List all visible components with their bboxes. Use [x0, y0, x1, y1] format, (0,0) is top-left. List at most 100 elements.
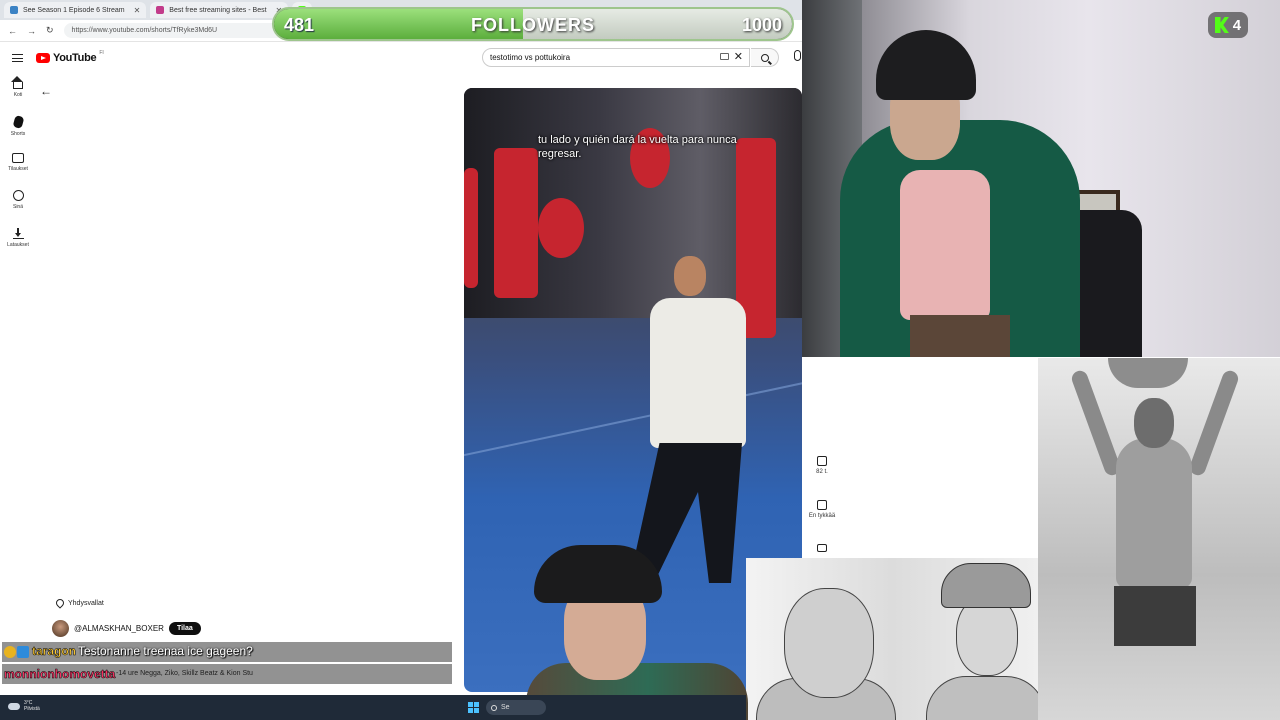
nav-item-subscriptions[interactable]: Tilaukset — [0, 153, 36, 172]
forward-nav-icon[interactable]: → — [27, 26, 36, 36]
streamer-beanie — [876, 30, 976, 100]
sketch-arm — [1069, 368, 1123, 478]
sketch-shorts — [1114, 586, 1196, 646]
logo-text: YouTube — [53, 52, 97, 64]
tab-title: See Season 1 Episode 6 Stream — [23, 6, 125, 14]
kick-logo-icon — [1214, 17, 1229, 33]
viewer-count: 4 — [1232, 16, 1242, 34]
nav-label: Koti — [13, 92, 23, 98]
follower-label: FOLLOWERS — [471, 15, 595, 35]
like-count: 82 t. — [816, 469, 828, 475]
microphone-icon[interactable] — [794, 50, 801, 61]
subscriptions-icon — [12, 153, 24, 163]
comments-button[interactable] — [804, 544, 840, 552]
sketch-head — [1134, 398, 1174, 448]
sketch-hat — [941, 563, 1031, 608]
location-text: Yhdysvallat — [68, 599, 104, 607]
location-pin-icon — [54, 597, 66, 609]
dislike-label: En tykkää — [808, 513, 836, 519]
nav-item-shorts[interactable]: Shorts — [0, 115, 36, 137]
clear-search-icon[interactable]: ✕ — [734, 50, 743, 63]
url-field[interactable]: https://www.youtube.com/shorts/TfRyke3Md… — [63, 23, 294, 38]
sketch-body — [926, 676, 1038, 720]
boxer-shirt — [650, 298, 746, 448]
nav-item-you[interactable]: Sinä — [0, 190, 36, 210]
thumbs-down-icon — [817, 500, 827, 510]
sketch-image-shower — [1038, 358, 1280, 720]
like-button[interactable]: 82 t. — [804, 456, 840, 475]
close-tab-icon[interactable]: ✕ — [134, 6, 141, 15]
chat-username: taragon — [32, 644, 77, 659]
chat-message: Testonanne treenaa ice gageen? — [78, 644, 253, 658]
reload-icon[interactable]: ↻ — [46, 25, 54, 36]
thumbs-up-icon — [817, 456, 827, 466]
chat-badge-icon — [17, 646, 29, 658]
kick-viewer-badge: 4 — [1208, 12, 1248, 38]
weather-text: Pilvistä — [24, 706, 40, 712]
nav-label: Sinä — [12, 204, 23, 210]
nav-item-downloads[interactable]: Lataukset — [0, 228, 36, 248]
punching-bag — [464, 168, 478, 288]
cloud-icon — [8, 702, 20, 710]
sketch-face — [956, 596, 1018, 676]
sketch-torso — [1116, 438, 1192, 588]
tab-title: Best free streaming sites - Best — [169, 6, 267, 14]
dislike-button[interactable]: En tykkää — [804, 500, 840, 519]
streamer-shirt — [900, 170, 990, 320]
video-caption: tu lado y quién dará la vuelta para nunc… — [538, 134, 737, 160]
menu-icon[interactable] — [12, 54, 23, 62]
youtube-play-icon — [36, 53, 50, 63]
cam2-bucket-hat — [534, 545, 662, 603]
search-icon — [760, 53, 769, 62]
shorts-icon — [12, 115, 24, 129]
tab-favicon-icon — [10, 6, 18, 14]
sketch-bucket — [1108, 358, 1188, 388]
song-info: -14 ure Negga, Ziko, Skillz Beatz & Kion… — [116, 670, 253, 677]
webcam-feed — [802, 0, 1280, 357]
nav-label: Tilaukset — [8, 166, 28, 172]
user-icon — [12, 190, 24, 201]
taskbar-search[interactable]: Se — [486, 700, 546, 715]
channel-handle[interactable]: @ALMASKHAN_BOXER — [74, 624, 164, 633]
keyboard-icon[interactable] — [720, 53, 729, 60]
follower-target: 1000 — [741, 15, 782, 35]
logo-region: FI — [99, 50, 104, 56]
chat-badge-icon — [4, 646, 16, 658]
sketch-image-duo — [746, 558, 1038, 720]
browser-tab[interactable]: Best free streaming sites - Best ✕ — [150, 2, 289, 18]
punching-bag — [494, 148, 538, 298]
sketch-face — [784, 588, 874, 698]
nav-label: Shorts — [10, 131, 26, 137]
nav-item-home[interactable]: Koti — [0, 76, 36, 98]
url-text: https://www.youtube.com/shorts/TfRyke3Md… — [71, 27, 218, 34]
sketch-arm — [1187, 368, 1241, 478]
windows-start-icon[interactable] — [468, 702, 479, 713]
streamer-pants — [910, 315, 1010, 357]
search-query: testotimo vs pottukoira — [490, 53, 571, 62]
chat-username: monnionhomovetta — [4, 667, 116, 682]
subscribe-button[interactable]: Tilaa — [168, 622, 201, 635]
tab-favicon-icon — [156, 6, 165, 14]
search-button[interactable] — [751, 48, 779, 67]
browser-tab[interactable]: See Season 1 Episode 6 Stream ✕ — [4, 2, 147, 18]
download-icon — [12, 228, 24, 239]
back-arrow-icon[interactable]: ← — [40, 84, 52, 98]
punching-bag — [538, 198, 584, 258]
screen: See Season 1 Episode 6 Stream ✕ Best fre… — [0, 0, 1280, 720]
back-nav-icon[interactable]: ← — [8, 26, 17, 36]
nav-label: Lataukset — [7, 242, 29, 248]
location-tag[interactable]: Yhdysvallat — [54, 597, 104, 609]
search-input[interactable]: testotimo vs pottukoira ✕ — [482, 48, 750, 67]
youtube-logo[interactable]: YouTube FI — [36, 50, 104, 64]
comment-icon — [817, 544, 827, 552]
weather-widget[interactable]: 3°C Pilvistä — [8, 700, 40, 712]
taskbar — [0, 695, 746, 720]
channel-avatar[interactable] — [52, 620, 69, 637]
home-icon — [11, 76, 23, 89]
boxer-head — [674, 256, 706, 296]
channel-row: @ALMASKHAN_BOXER Tilaa — [52, 620, 201, 637]
follower-goal-bar: 481 FOLLOWERS 1000 — [272, 7, 794, 41]
second-webcam — [526, 545, 748, 720]
search-icon — [491, 704, 497, 711]
taskbar-search-label: Se — [501, 704, 510, 711]
